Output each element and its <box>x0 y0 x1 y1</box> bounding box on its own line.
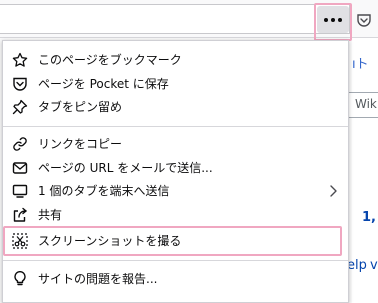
menu-item-label: ページを Pocket に保存 <box>38 77 169 91</box>
more-icon <box>324 17 342 22</box>
menu-item-bookmark[interactable]: このページをブックマーク <box>3 48 348 72</box>
page-fragment: 1, <box>362 210 376 225</box>
pin-icon <box>12 99 28 115</box>
mail-icon <box>12 160 28 176</box>
menu-item-label: 1 個のタブを端末へ送信 <box>38 184 170 198</box>
menu-item-pin-tab[interactable]: タブをピン留め <box>3 95 348 119</box>
menu-separator <box>3 126 348 127</box>
menu-item-report-site-issue[interactable]: サイトの問題を報告... <box>3 267 348 291</box>
menu-item-label: スクリーンショットを撮る <box>38 234 182 248</box>
menu-item-label: サイトの問題を報告... <box>38 272 158 286</box>
pocket-icon <box>12 76 28 92</box>
toolbar <box>0 0 378 38</box>
page-actions-button[interactable] <box>317 6 349 33</box>
screenshot-icon <box>12 233 28 249</box>
menu-item-copy-link[interactable]: リンクをコピー <box>3 132 348 156</box>
menu-item-send-to-device[interactable]: 1 個のタブを端末へ送信 <box>3 179 348 203</box>
page-fragment: elp <box>347 258 367 273</box>
wiki-search-text: Wiki <box>355 97 378 111</box>
link-icon <box>12 136 28 152</box>
wiki-search-field[interactable]: Wiki <box>348 92 378 118</box>
menu-item-label: タブをピン留め <box>38 100 123 114</box>
menu-item-label: 共有 <box>38 208 63 222</box>
menu-item-save-to-pocket[interactable]: ページを Pocket に保存 <box>3 72 348 96</box>
send-device-icon <box>12 183 28 199</box>
menu-item-label: リンクをコピー <box>38 137 123 151</box>
menu-item-email-link[interactable]: ページの URL をメールで送信... <box>3 156 348 180</box>
chevron-right-icon <box>329 185 337 197</box>
page-fragment: v <box>370 258 378 273</box>
star-icon <box>12 52 28 68</box>
menu-item-label: ページの URL をメールで送信... <box>38 161 213 175</box>
share-icon <box>12 207 28 223</box>
menu-separator <box>3 260 348 261</box>
url-bar[interactable] <box>0 4 350 34</box>
menu-item-label: このページをブックマーク <box>38 53 182 67</box>
menu-item-take-screenshot[interactable]: スクリーンショットを撮る <box>3 229 348 253</box>
page-fragment: ıト <box>352 57 369 72</box>
menu-item-share[interactable]: 共有 <box>3 203 348 227</box>
pocket-icon[interactable] <box>356 12 372 28</box>
page-actions-menu: このページをブックマーク ページを Pocket に保存 タブをピン留め リンク… <box>2 40 349 303</box>
lightbulb-icon <box>12 271 28 287</box>
